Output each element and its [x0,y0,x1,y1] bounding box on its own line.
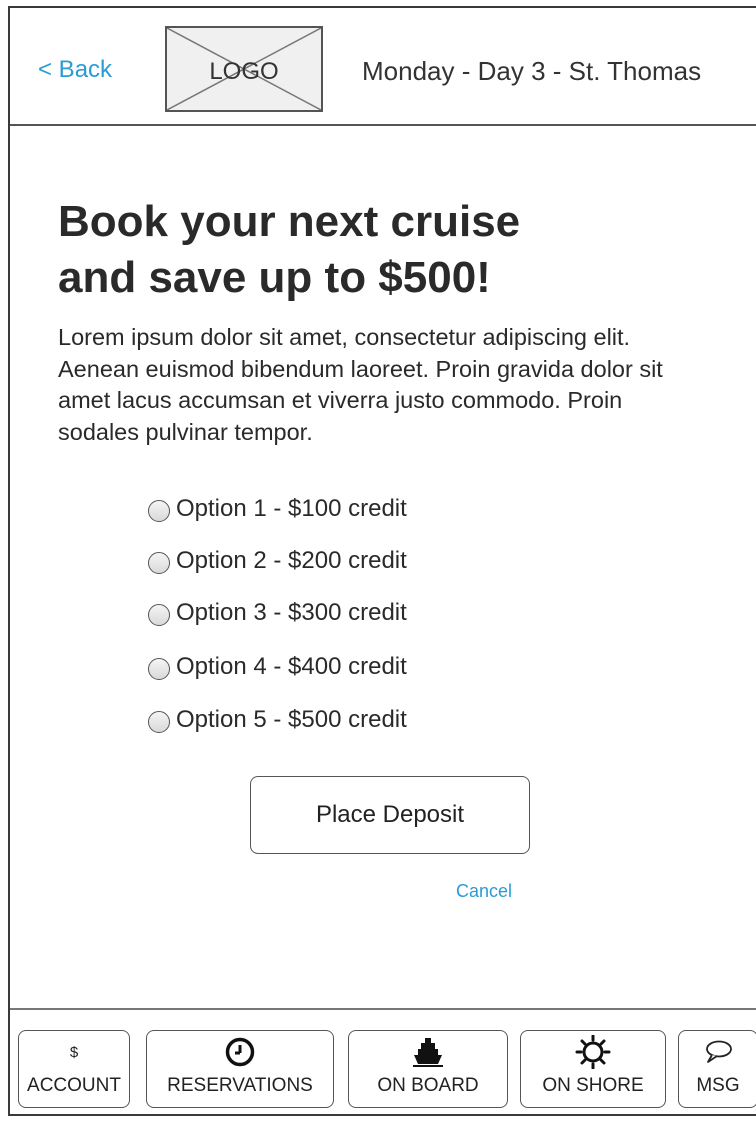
tab-msg[interactable]: MSG [678,1030,756,1108]
place-deposit-button[interactable]: Place Deposit [250,776,530,854]
option-label: Option 5 - $500 credit [176,706,407,733]
option-5-radio[interactable]: Option 5 - $500 credit [148,705,407,735]
page-title: Monday - Day 3 - St. Thomas [362,56,702,86]
speech-bubble-icon [679,1037,756,1067]
tab-label: ON BOARD [377,1075,479,1096]
back-link[interactable]: < Back [38,56,112,84]
radio-button-icon[interactable] [148,658,170,680]
logo-placeholder: LOGO [165,26,323,112]
cancel-link[interactable]: Cancel [456,881,512,902]
tab-label: MSG [696,1075,740,1096]
option-label: Option 1 - $100 credit [176,495,407,522]
radio-button-icon[interactable] [148,500,170,522]
option-1-radio[interactable]: Option 1 - $100 credit [148,494,407,524]
radio-button-icon[interactable] [148,711,170,733]
option-label: Option 2 - $200 credit [176,547,407,574]
option-3-radio[interactable]: Option 3 - $300 credit [148,598,407,628]
dollar-icon: $ [69,1043,79,1061]
logo-label: LOGO [209,58,279,85]
tab-reservations[interactable]: RESERVATIONS [146,1030,334,1108]
tab-label: RESERVATIONS [167,1075,313,1096]
main-content: Book your next cruise and save up to $50… [10,126,756,1008]
tab-label: ON SHORE [542,1075,644,1096]
bottom-tab-bar: $ ACCOUNT RESERVATIONS ON BOARD ON SHORE… [10,1008,756,1116]
tab-label: ACCOUNT [27,1075,121,1096]
ship-icon [349,1037,507,1067]
promo-headline: Book your next cruise and save up to $50… [58,197,521,302]
promo-body: Lorem ipsum dolor sit amet, consectetur … [58,324,663,445]
option-4-radio[interactable]: Option 4 - $400 credit [148,652,407,682]
sun-icon [521,1035,665,1069]
radio-button-icon[interactable] [148,552,170,574]
app-frame: < Back LOGO Monday - Day 3 - St. Thomas … [8,6,756,1116]
header: < Back LOGO Monday - Day 3 - St. Thomas [10,8,756,126]
tab-account[interactable]: $ ACCOUNT [18,1030,130,1108]
option-2-radio[interactable]: Option 2 - $200 credit [148,546,407,576]
option-label: Option 4 - $400 credit [176,653,407,680]
radio-button-icon[interactable] [148,604,170,626]
clock-icon [147,1037,333,1067]
tab-on-shore[interactable]: ON SHORE [520,1030,666,1108]
option-label: Option 3 - $300 credit [176,599,407,626]
tab-on-board[interactable]: ON BOARD [348,1030,508,1108]
